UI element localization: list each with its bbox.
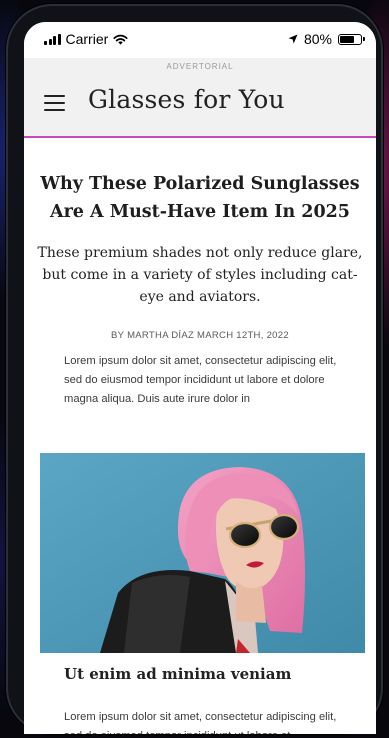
site-header: ADVERTORIAL Glasses for You bbox=[24, 58, 376, 138]
location-arrow-icon bbox=[288, 34, 298, 44]
battery-fill bbox=[340, 35, 355, 43]
wifi-icon bbox=[113, 34, 128, 45]
carrier-label: Carrier bbox=[65, 31, 109, 47]
woman-sunglasses-image bbox=[40, 453, 365, 653]
status-bar-right: 80% bbox=[288, 31, 365, 47]
article: Why These Polarized Sunglasses Are A Mus… bbox=[24, 138, 376, 734]
phone-frame: Carrier 80% ADVERTORIAL Glasses for You … bbox=[6, 4, 383, 734]
battery-icon bbox=[338, 33, 365, 45]
article-byline: BY MARTHA DÍAZ MARCH 12TH, 2022 bbox=[111, 330, 289, 341]
hero-photo bbox=[40, 453, 365, 653]
device-backdrop: Carrier 80% ADVERTORIAL Glasses for You … bbox=[0, 0, 389, 738]
advertorial-label: ADVERTORIAL bbox=[166, 62, 234, 71]
phone-screen: Carrier 80% ADVERTORIAL Glasses for You … bbox=[24, 22, 376, 734]
site-title[interactable]: Glasses for You bbox=[88, 85, 285, 114]
hamburger-menu-icon[interactable] bbox=[44, 95, 65, 111]
status-bar: Carrier 80% bbox=[24, 22, 376, 58]
signal-icon bbox=[44, 33, 61, 45]
status-bar-left: Carrier bbox=[44, 31, 128, 47]
section-paragraph: Lorem ipsum dolor sit amet, consectetur … bbox=[64, 711, 337, 734]
article-headline: Why These Polarized Sunglasses Are A Mus… bbox=[40, 174, 360, 222]
battery-percent: 80% bbox=[303, 31, 332, 47]
section-title: Ut enim ad minima veniam bbox=[64, 665, 292, 683]
article-subheadline: These premium shades not only reduce gla… bbox=[37, 245, 363, 305]
intro-paragraph: Lorem ipsum dolor sit amet, consectetur … bbox=[64, 355, 337, 405]
